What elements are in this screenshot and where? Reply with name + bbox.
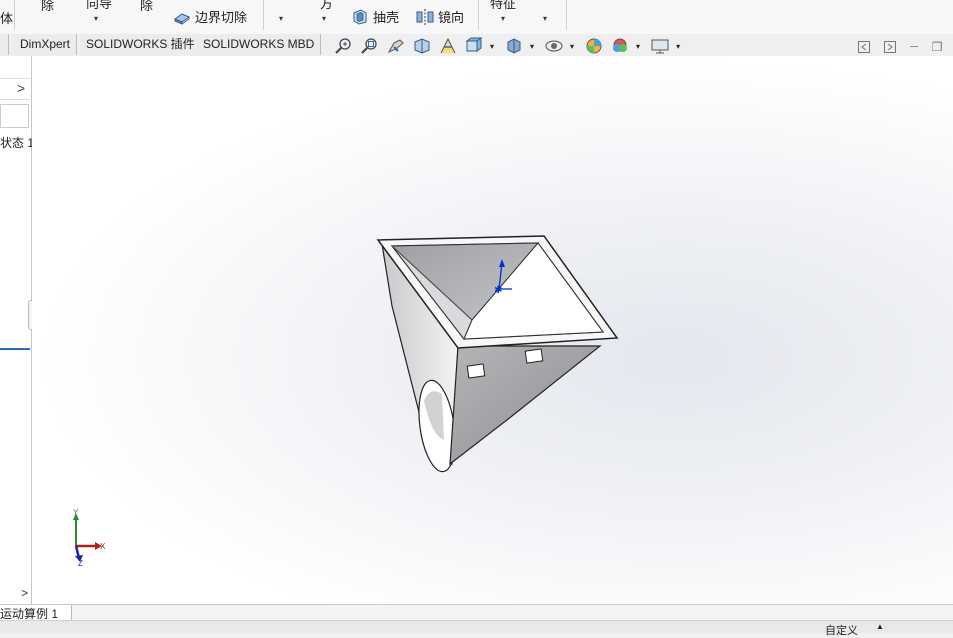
reference-triad: Y X Z (68, 508, 108, 568)
ribbon-partial-label-3[interactable]: 向导 (86, 0, 112, 12)
svg-text:✱: ✱ (494, 285, 502, 296)
part-model[interactable]: ✱ (32, 56, 953, 604)
document-window-controls: ─ ❐ (858, 40, 943, 54)
restore-button[interactable]: ❐ (932, 40, 943, 54)
tab-dimxpert[interactable]: DimXpert (14, 34, 78, 55)
ribbon-partial-label-1: 体 (0, 11, 14, 26)
triad-icon (73, 513, 102, 562)
view-settings-dropdown[interactable]: ▾ (676, 42, 680, 51)
triad-y-label: Y (73, 508, 79, 517)
tile-right-icon[interactable] (884, 41, 896, 53)
minimize-button[interactable]: ─ (910, 41, 918, 53)
ribbon-dropdown-arrow[interactable]: ▾ (543, 14, 547, 23)
triad-x-label: X (100, 542, 106, 551)
ribbon-dropdown-arrow[interactable]: ▾ (501, 14, 505, 23)
status-bar: 自定义 ▲ (0, 620, 953, 637)
feature-manager-panel: > 状态 1 > (0, 56, 38, 604)
ribbon-separator (566, 0, 567, 30)
panel-header-row: > (0, 78, 30, 100)
shell-label: 抽壳 (373, 10, 400, 25)
apply-scene-icon[interactable] (610, 37, 630, 55)
bottom-tab-bar: 运动算例 1 (0, 604, 953, 621)
shell-icon (353, 8, 367, 25)
tab-solidworks-addins[interactable]: SOLIDWORKS 插件 (80, 34, 202, 55)
ribbon-dropdown-arrow[interactable]: ▾ (94, 14, 98, 23)
zoom-to-area-icon[interactable] (360, 37, 380, 55)
zoom-to-fit-icon[interactable] (334, 37, 354, 55)
ribbon-separator (14, 0, 15, 30)
ribbon-partial-label-6[interactable]: 特征 (490, 0, 516, 12)
boundary-cut-button[interactable]: 边界切除 (173, 7, 247, 26)
mirror-button[interactable]: 镜向 (416, 7, 464, 26)
bottom-expand-arrow[interactable]: > (21, 586, 28, 600)
units-caret[interactable]: ▲ (876, 622, 884, 631)
graphics-area[interactable]: ✱ Y X Z (32, 56, 953, 604)
expand-arrow[interactable]: > (17, 80, 25, 96)
units-custom-label[interactable]: 自定义 (825, 622, 858, 638)
motion-study-tab[interactable]: 运动算例 1 (0, 605, 72, 621)
ribbon-partial-label-2[interactable]: 除 (41, 0, 54, 14)
tab-hidden[interactable] (0, 34, 9, 55)
triad-z-label: Z (78, 559, 83, 568)
heads-up-view-toolbar: ▾ ▾ ▾ ▾ ▾ (334, 36, 680, 56)
ribbon-separator (478, 0, 479, 30)
view-orientation-icon[interactable] (464, 37, 484, 55)
previous-view-icon[interactable] (386, 37, 406, 55)
ribbon-partial-label-4[interactable]: 除 (140, 0, 153, 14)
view-settings-icon[interactable] (650, 37, 670, 55)
tile-left-icon[interactable] (858, 41, 870, 53)
shell-button[interactable]: 抽壳 (351, 7, 399, 26)
ribbon-separator (263, 0, 264, 30)
view-orientation-dropdown[interactable]: ▾ (490, 42, 494, 51)
display-style-dropdown[interactable]: ▾ (530, 42, 534, 51)
ribbon-partial-label-5[interactable]: 方 (320, 0, 333, 12)
ribbon-dropdown-arrow[interactable]: ▾ (322, 14, 326, 23)
apply-scene-dropdown[interactable]: ▾ (636, 42, 640, 51)
tab-solidworks-mbd[interactable]: SOLIDWORKS MBD (197, 34, 322, 55)
edit-appearance-icon[interactable] (584, 37, 604, 55)
command-manager-ribbon: 体 除 向导 ▾ 除 边界切除 ▾ 方 ▾ 抽壳 镜向 特征 ▾ ▾ (0, 0, 953, 35)
dynamic-annotation-views-icon[interactable] (438, 37, 458, 55)
boundary-cut-icon (173, 12, 191, 25)
ribbon-dropdown-arrow[interactable]: ▾ (279, 14, 283, 23)
display-state-label[interactable]: 状态 1 (0, 134, 34, 151)
display-style-icon[interactable] (504, 37, 524, 55)
section-view-icon[interactable] (412, 37, 432, 55)
boundary-cut-label: 边界切除 (195, 10, 248, 25)
hide-show-items-icon[interactable] (544, 37, 564, 55)
mirror-label: 镜向 (438, 10, 465, 25)
hide-show-dropdown[interactable]: ▾ (570, 42, 574, 51)
panel-scroll-indicator (0, 348, 30, 350)
filter-box[interactable] (0, 104, 29, 128)
mirror-icon (416, 8, 434, 25)
